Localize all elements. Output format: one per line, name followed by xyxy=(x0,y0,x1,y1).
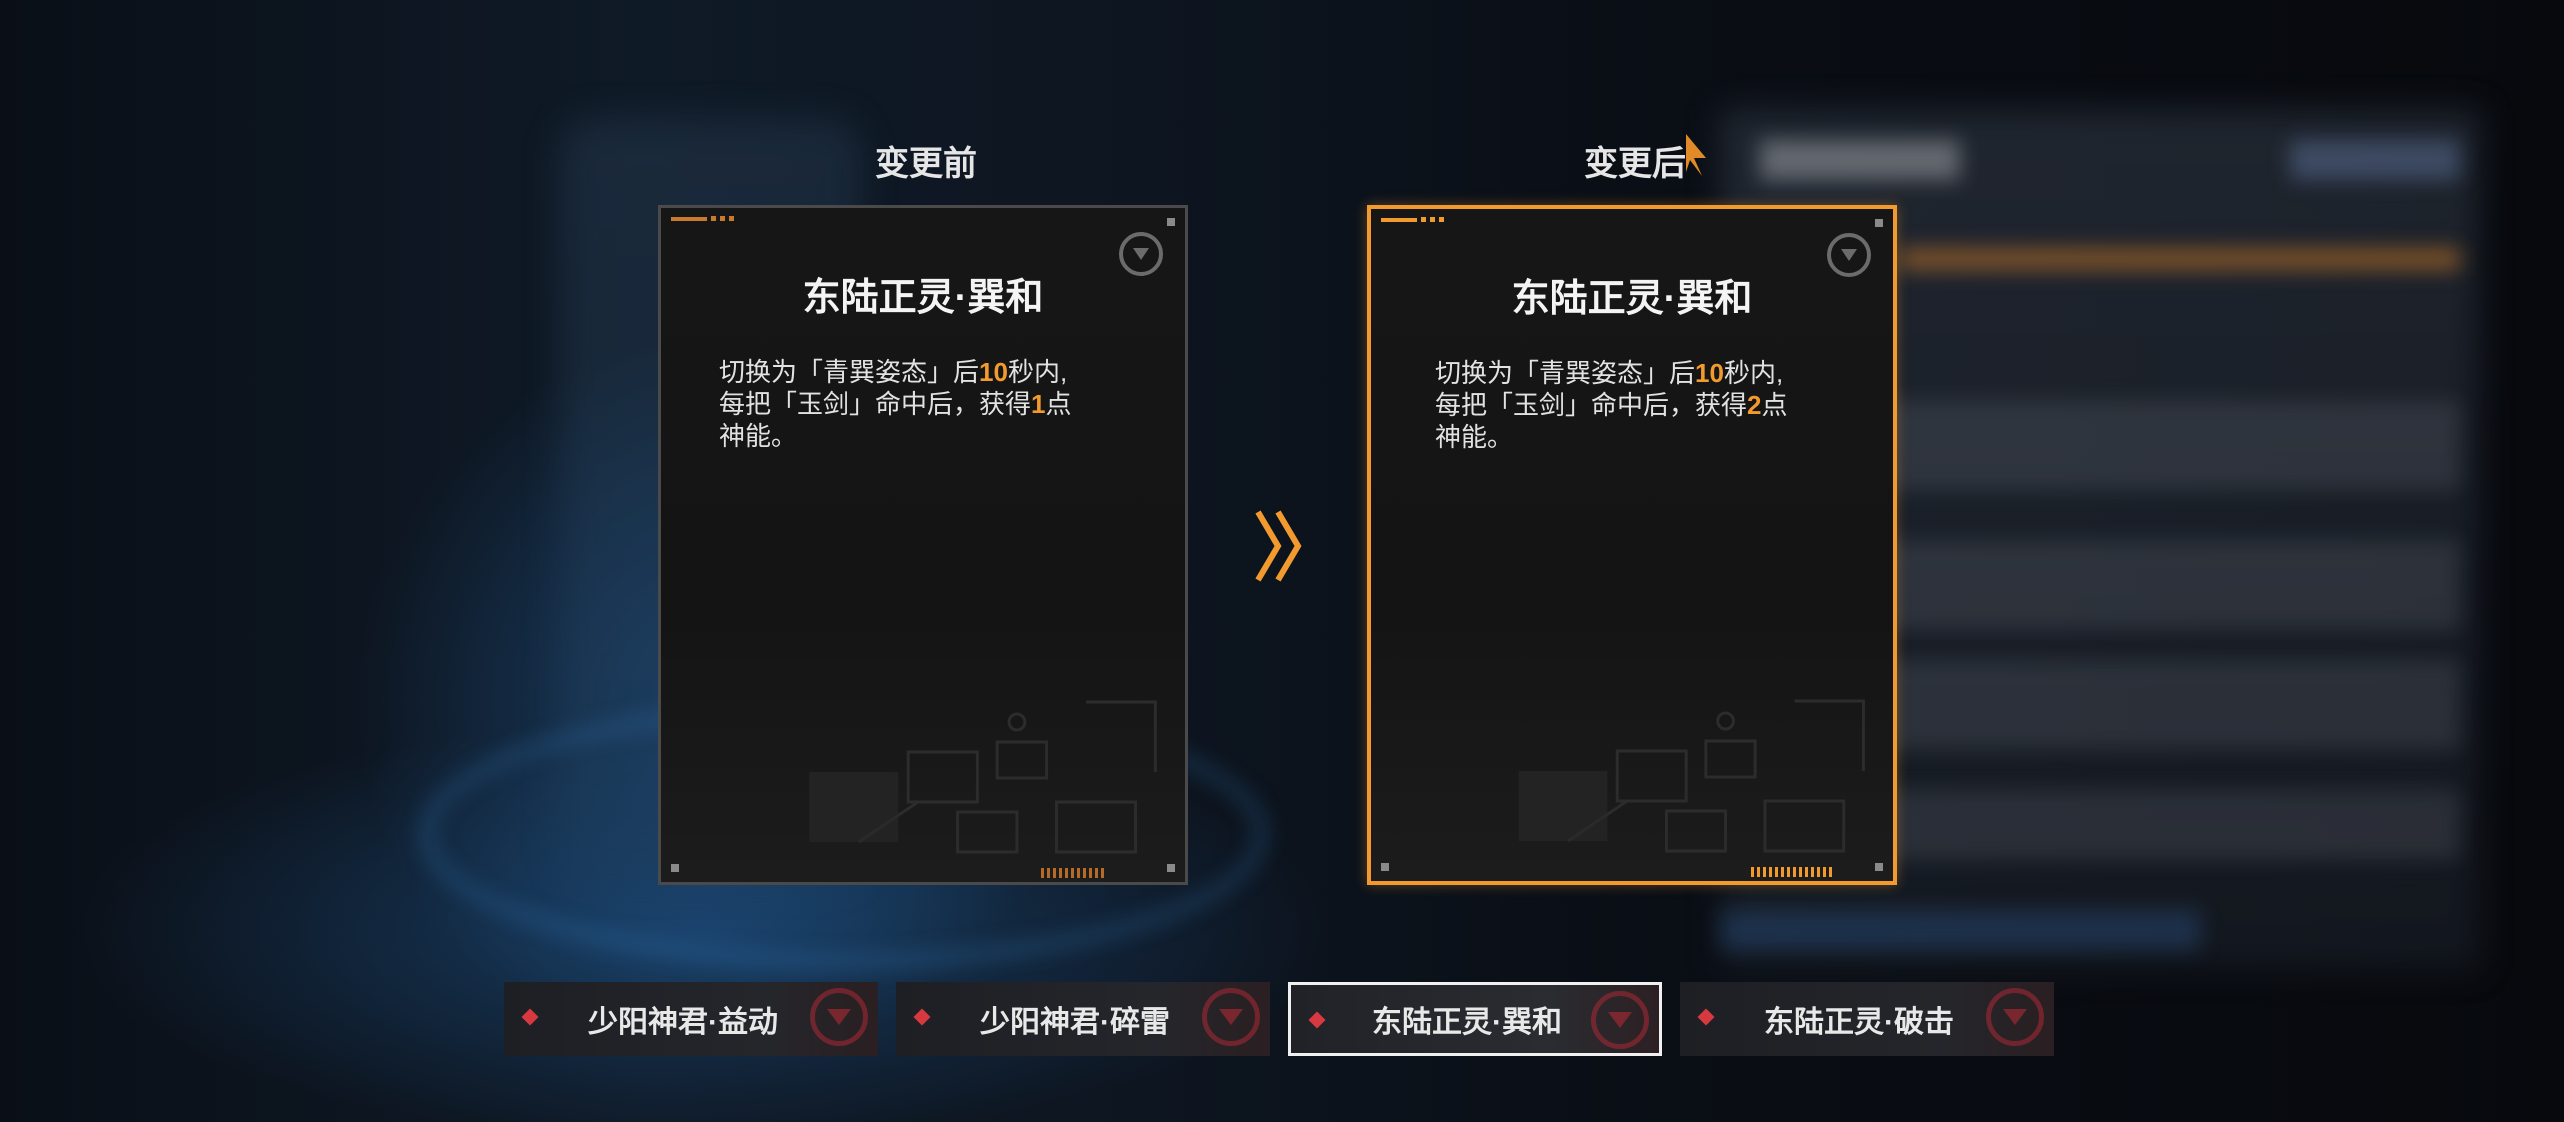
faction-emblem-icon xyxy=(1202,988,1260,1046)
after-card: 东陆正灵·巽和 切换为「青巽姿态」后10秒内, 每把「玉剑」命中后，获得2点 神能。 xyxy=(1367,205,1897,885)
circuit-background-art xyxy=(809,700,1157,854)
skill-tab-label: 东陆正灵·破击 xyxy=(1764,1006,1954,1039)
highlight-value: 10 xyxy=(1695,358,1724,388)
before-change-label: 变更前 xyxy=(875,145,977,183)
faction-emblem-icon xyxy=(810,988,868,1046)
skill-tab[interactable]: 东陆正灵·破击 xyxy=(1680,982,2054,1056)
card-header-strip xyxy=(1381,217,1444,222)
after-change-label: 变更后 xyxy=(1584,145,1686,183)
before-card: 东陆正灵·巽和 切换为「青巽姿态」后10秒内, 每把「玉剑」命中后，获得1点 神能。 xyxy=(658,205,1188,885)
card-description: 切换为「青巽姿态」后10秒内, 每把「玉剑」命中后，获得2点 神能。 xyxy=(1435,358,1788,452)
card-header-strip xyxy=(671,216,734,221)
cursor-arrow-icon xyxy=(1686,134,1706,176)
card-corner-marker xyxy=(1167,218,1175,226)
card-description: 切换为「青巽姿态」后10秒内, 每把「玉剑」命中后，获得1点 神能。 xyxy=(719,357,1072,451)
skill-tab-strip: 少阳神君·益动 少阳神君·碎雷 东陆正灵·巽和 东陆正灵·破击 xyxy=(504,982,2054,1056)
highlight-value: 2 xyxy=(1747,390,1762,420)
card-footer-ticks xyxy=(1751,867,1832,877)
card-title: 东陆正灵·巽和 xyxy=(1511,278,1753,320)
faction-emblem-icon xyxy=(1591,991,1649,1049)
background-blurred-bar xyxy=(1900,248,2460,270)
highlight-value: 1 xyxy=(1031,389,1046,419)
double-chevron-right-icon xyxy=(1255,510,1302,582)
card-corner-marker xyxy=(1875,219,1883,227)
red-diamond-icon xyxy=(913,1008,931,1026)
skill-tab-label: 少阳神君·碎雷 xyxy=(980,1006,1170,1039)
red-diamond-icon xyxy=(521,1008,539,1026)
highlight-value: 10 xyxy=(979,357,1008,387)
background-blurred-bar xyxy=(2290,140,2460,180)
circuit-background-art xyxy=(1518,699,1865,853)
skill-tab[interactable]: 少阳神君·碎雷 xyxy=(896,982,1270,1056)
background-blurred-bar xyxy=(1720,910,2200,950)
faction-emblem-icon xyxy=(1986,988,2044,1046)
card-footer-ticks xyxy=(1041,868,1104,878)
skill-tab-label: 少阳神君·益动 xyxy=(588,1006,778,1039)
red-diamond-icon xyxy=(1697,1008,1715,1026)
skill-tab[interactable]: 少阳神君·益动 xyxy=(504,982,878,1056)
red-diamond-icon xyxy=(1308,1011,1326,1029)
skill-tab-selected[interactable]: 东陆正灵·巽和 xyxy=(1288,982,1662,1056)
skill-tab-label: 东陆正灵·巽和 xyxy=(1372,1006,1562,1039)
card-title: 东陆正灵·巽和 xyxy=(802,277,1044,319)
